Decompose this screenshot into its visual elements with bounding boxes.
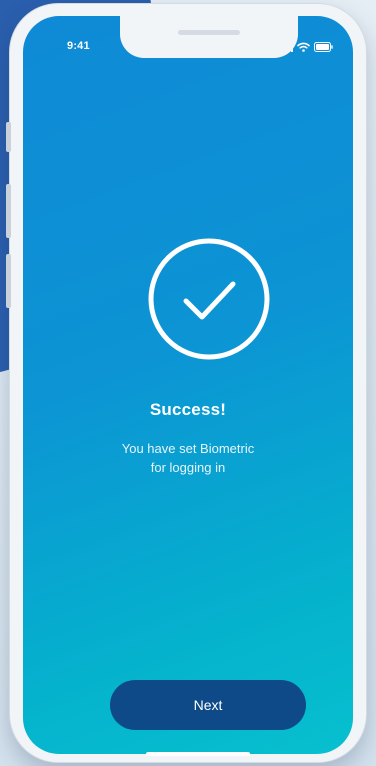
- app-screen: 9:41 Success! You have set Biometric for…: [23, 16, 353, 754]
- volume-down-button: [6, 254, 11, 308]
- mute-switch: [6, 122, 11, 152]
- next-button[interactable]: Next: [110, 680, 306, 730]
- phone-frame: 9:41 Success! You have set Biometric for…: [6, 4, 366, 762]
- success-message-line2: for logging in: [150, 460, 226, 475]
- checkmark-circle-icon: [147, 237, 271, 361]
- speaker-grille: [178, 30, 240, 35]
- status-time: 9:41: [67, 40, 90, 52]
- success-title: Success!: [149, 400, 227, 419]
- wifi-icon: [297, 42, 310, 52]
- home-indicator: [146, 752, 250, 756]
- success-message: You have set Biometric for logging in: [23, 439, 353, 477]
- notch: [120, 16, 298, 58]
- battery-icon: [314, 42, 333, 52]
- volume-up-button: [6, 184, 11, 238]
- success-message-line1: You have set Biometric: [121, 441, 255, 456]
